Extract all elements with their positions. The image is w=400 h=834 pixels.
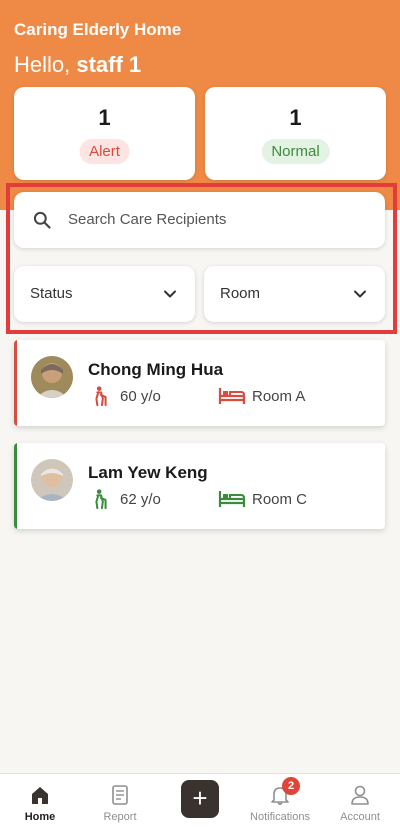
account-icon xyxy=(351,785,369,805)
recipient-card[interactable]: Lam Yew Keng 62 y/o Room C xyxy=(14,443,385,529)
recipient-age: 62 y/o xyxy=(120,491,161,508)
room-dropdown-label: Room xyxy=(220,285,261,302)
recipient-name: Chong Ming Hua xyxy=(88,360,224,379)
nav-account[interactable]: Account xyxy=(320,774,400,834)
search-icon xyxy=(33,211,51,229)
bed-icon xyxy=(218,491,246,507)
nav-notifications[interactable]: Notifications xyxy=(240,774,320,834)
avatar xyxy=(31,459,73,501)
nav-home-label: Home xyxy=(24,811,56,823)
search-input[interactable]: Search Care Recipients xyxy=(14,192,385,248)
alert-count: 1 xyxy=(98,105,111,130)
alert-badge: Alert xyxy=(79,139,130,164)
normal-count: 1 xyxy=(289,105,302,130)
greeting: Hello, staff 1 xyxy=(14,52,141,78)
nav-notifications-label: Notifications xyxy=(250,811,310,823)
recipient-age: 60 y/o xyxy=(120,388,161,405)
alert-count-card[interactable]: 1 Alert xyxy=(14,87,195,180)
nav-report[interactable]: Report xyxy=(80,774,160,834)
nav-account-label: Account xyxy=(340,811,380,823)
greeting-prefix: Hello, xyxy=(14,52,71,77)
normal-status-bar xyxy=(14,443,17,529)
report-icon xyxy=(112,785,128,805)
elderly-person-icon xyxy=(95,489,107,510)
status-dropdown[interactable]: Status xyxy=(14,266,195,322)
recipient-name: Lam Yew Keng xyxy=(88,463,208,482)
notification-count-badge: 2 xyxy=(282,777,300,795)
search-placeholder: Search Care Recipients xyxy=(68,211,227,228)
chevron-down-icon xyxy=(354,290,366,298)
nav-home[interactable]: Home xyxy=(0,774,80,834)
room-dropdown[interactable]: Room xyxy=(204,266,385,322)
recipient-card[interactable]: Chong Ming Hua 60 y/o Room A xyxy=(14,340,385,426)
recipient-room: Room C xyxy=(252,491,308,508)
alert-status-bar xyxy=(14,340,17,426)
normal-badge: Normal xyxy=(261,139,330,164)
status-dropdown-label: Status xyxy=(30,285,73,302)
chevron-down-icon xyxy=(164,290,176,298)
app-title: Caring Elderly Home xyxy=(14,20,182,39)
bed-icon xyxy=(218,388,246,404)
add-button[interactable]: + xyxy=(181,780,219,818)
normal-count-card[interactable]: 1 Normal xyxy=(205,87,386,180)
user-name: staff 1 xyxy=(76,52,142,77)
avatar xyxy=(31,356,73,398)
nav-report-label: Report xyxy=(103,811,137,823)
recipient-room: Room A xyxy=(252,388,306,405)
elderly-person-icon xyxy=(95,386,107,407)
home-icon xyxy=(32,787,48,804)
